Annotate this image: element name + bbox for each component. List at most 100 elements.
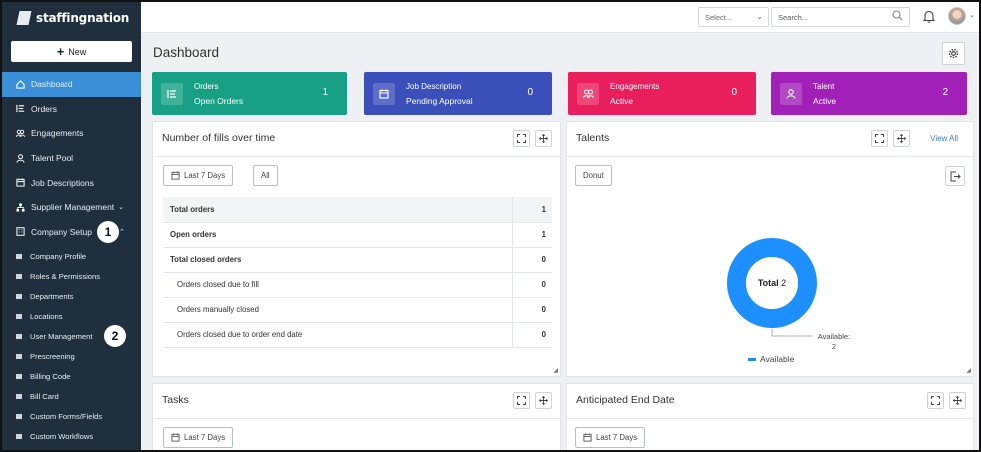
sidebar-item-label: Supplier Management <box>31 202 115 213</box>
callout-badge-1: 1 <box>97 220 119 243</box>
submenu-item-locations[interactable]: Locations <box>2 306 141 326</box>
bell-icon[interactable] <box>922 10 936 23</box>
submenu-item-user-management[interactable]: User Management 2 <box>2 325 141 347</box>
new-button[interactable]: + New <box>11 41 132 62</box>
move-button[interactable] <box>949 392 966 409</box>
kpi-card-talent[interactable]: Talent Active 2 <box>771 72 967 115</box>
calendar-icon <box>171 171 180 180</box>
sidebar-item-dashboard[interactable]: Dashboard <box>2 72 141 97</box>
callout-badge-2: 2 <box>104 325 126 347</box>
filter-all-button[interactable]: All <box>253 165 278 186</box>
sidebar-item-label: Dashboard <box>31 79 73 90</box>
date-range-button[interactable]: Last 7 Days <box>163 165 234 186</box>
orders-icon <box>161 83 183 105</box>
bullet-icon <box>16 333 22 339</box>
engagements-icon <box>577 83 599 105</box>
expand-icon <box>517 134 526 143</box>
kpi-card-job-description[interactable]: Job Description Pending Approval 0 <box>364 72 552 115</box>
move-button[interactable] <box>535 392 552 409</box>
sidebar-item-orders[interactable]: Orders <box>2 97 141 122</box>
date-range-label: Last 7 Days <box>596 433 638 442</box>
app-frame: staffingnation + New Dashboard Orders En… <box>0 0 981 452</box>
card-title: Anticipated End Date <box>576 394 675 406</box>
talents-donut-chart: Total 2 Available:2 <box>727 238 850 351</box>
table-row: Orders closed due to order end date 0 <box>163 322 552 348</box>
orders-icon <box>16 104 25 113</box>
anticipated-end-date-card: Anticipated End Date Last 7 Days <box>566 383 974 450</box>
submenu-item-roles-permissions[interactable]: Roles & Permissions <box>2 266 141 286</box>
chevron-down-icon[interactable]: ⌄ <box>969 11 975 19</box>
sidebar-item-supplier-management[interactable]: Supplier Management ⌄ <box>2 195 141 220</box>
expand-button[interactable] <box>927 392 944 409</box>
logo[interactable]: staffingnation <box>2 2 141 33</box>
row-value: 0 <box>511 272 552 298</box>
new-button-label: New <box>68 46 87 57</box>
sidebar-item-label: Job Descriptions <box>31 177 94 188</box>
sidebar-item-job-descriptions[interactable]: Job Descriptions <box>2 170 141 195</box>
main-content: Dashboard Orders Open Orders 1 Job Descr… <box>141 33 979 450</box>
engagements-icon <box>16 129 25 138</box>
person-icon <box>780 83 802 105</box>
kpi-subtitle: Open Orders <box>194 96 244 106</box>
resize-handle[interactable]: ◢ <box>553 367 558 374</box>
submenu-item-label: Custom Forms/Fields <box>30 411 103 421</box>
submenu-item-departments[interactable]: Departments <box>2 286 141 306</box>
sidebar-item-talent-pool[interactable]: Talent Pool <box>2 146 141 171</box>
move-icon <box>539 396 548 405</box>
bullet-icon <box>16 313 22 319</box>
kpi-title: Job Description <box>406 82 462 91</box>
table-row: Orders closed due to fill 0 <box>163 272 552 298</box>
scope-select-placeholder: Select... <box>705 13 733 22</box>
building-icon <box>16 227 25 237</box>
submenu-item-billing-code[interactable]: Billing Code <box>2 366 141 386</box>
submenu-item-prescreening[interactable]: Prescreening <box>2 346 141 366</box>
submenu-item-label: Roles & Permissions <box>30 271 101 281</box>
resize-handle[interactable]: ◢ <box>966 367 971 374</box>
move-button[interactable] <box>535 130 552 147</box>
card-header-divider <box>153 156 560 157</box>
submenu-item-company-profile[interactable]: Company Profile <box>2 246 141 266</box>
row-value: 0 <box>511 297 552 323</box>
card-title: Number of fills over time <box>162 132 276 144</box>
filter-all-label: All <box>261 171 270 180</box>
sidebar-item-label: Orders <box>31 103 57 114</box>
sidebar-item-label: Talent Pool <box>31 153 74 164</box>
submenu-item-custom-workflows[interactable]: Custom Workflows <box>2 426 141 446</box>
kpi-card-orders[interactable]: Orders Open Orders 1 <box>152 72 347 115</box>
sidebar-nav: Dashboard Orders Engagements Talent Pool <box>2 72 141 244</box>
legend-label: Available <box>760 354 795 364</box>
submenu-item-custom-forms-fields[interactable]: Custom Forms/Fields <box>2 406 141 426</box>
expand-button[interactable] <box>513 130 530 147</box>
card-title: Tasks <box>162 394 189 406</box>
sidebar-item-company-setup[interactable]: Company Setup 1 ⌃ <box>2 220 141 245</box>
submenu-item-label: Billing Code <box>30 371 71 381</box>
bullet-icon <box>16 393 22 399</box>
org-chart-icon <box>16 203 25 212</box>
sidebar-item-label: Company Setup <box>31 226 92 237</box>
talents-card: Talents View All Donut Total 2 Available:… <box>566 121 974 377</box>
search-input[interactable] <box>771 7 910 27</box>
calendar-icon <box>373 83 395 105</box>
avatar[interactable] <box>948 7 966 25</box>
sidebar-item-engagements[interactable]: Engagements <box>2 121 141 146</box>
expand-button[interactable] <box>513 392 530 409</box>
dashboard-settings-button[interactable] <box>942 42 965 65</box>
bullet-icon <box>16 413 22 419</box>
kpi-card-engagements[interactable]: Engagements Active 0 <box>568 72 756 115</box>
sidebar-item-label: Engagements <box>31 128 84 139</box>
chevron-down-icon: ⌄ <box>756 12 763 21</box>
bullet-icon <box>16 273 22 279</box>
scope-select[interactable]: Select... ⌄ <box>698 7 769 27</box>
date-range-button[interactable]: Last 7 Days <box>575 427 646 448</box>
submenu-item-bill-card[interactable]: Bill Card <box>2 386 141 406</box>
logo-mark-icon <box>16 10 32 25</box>
donut-center-label: Total 2 <box>758 278 786 288</box>
calendar-icon <box>583 433 592 442</box>
submenu-item-label: Departments <box>30 291 74 301</box>
table-row: Orders manually closed 0 <box>163 297 552 323</box>
home-icon <box>16 79 25 89</box>
submenu-item-label: Custom Workflows <box>30 431 94 441</box>
submenu-item-label: Company Profile <box>30 251 87 261</box>
search-icon[interactable] <box>892 10 903 21</box>
date-range-button[interactable]: Last 7 Days <box>163 427 234 448</box>
